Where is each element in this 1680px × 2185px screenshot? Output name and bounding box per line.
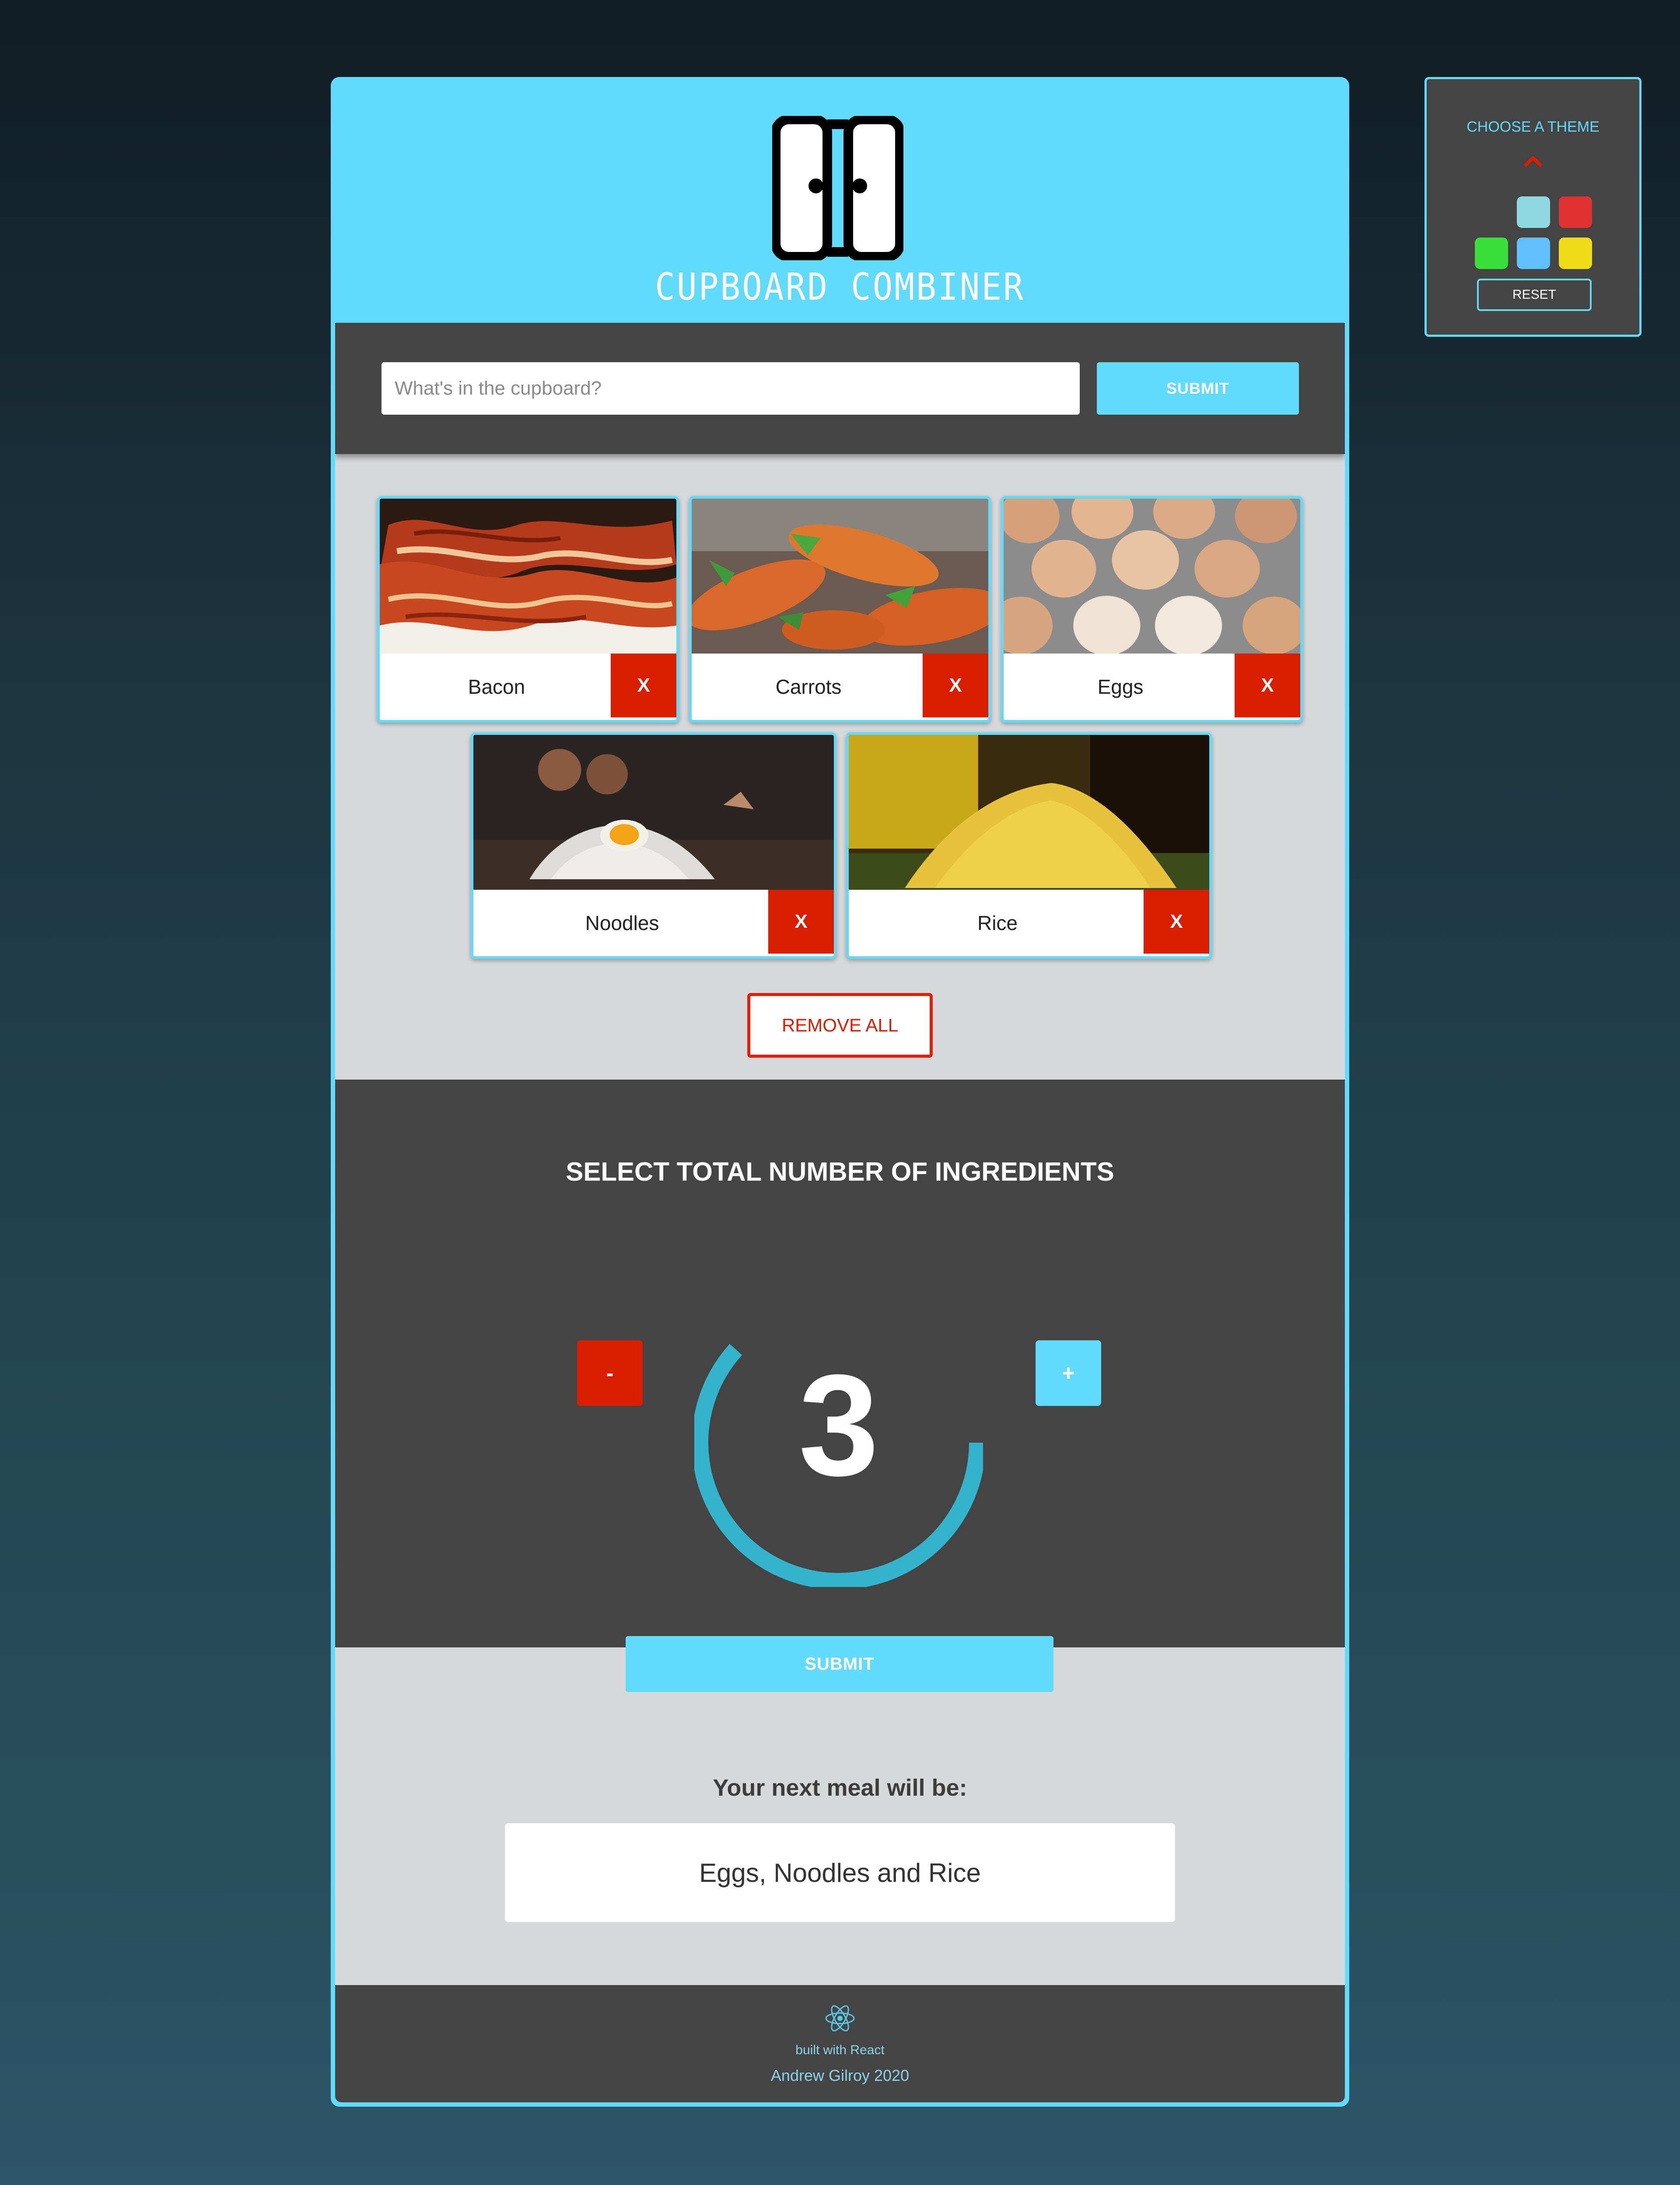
cupboard-logo-icon [772, 116, 903, 260]
theme-swatch-green[interactable] [1475, 238, 1508, 269]
bacon-photo [380, 499, 676, 654]
ingredient-card-eggs: Eggs X [1001, 496, 1303, 723]
eggs-photo [1004, 499, 1300, 654]
ingredient-label: Bacon [468, 675, 525, 698]
remove-ingredient-button[interactable]: X [1235, 654, 1300, 717]
theme-title: CHOOSE A THEME [1466, 119, 1600, 135]
counter-title: SELECT TOTAL NUMBER OF INGREDIENTS [566, 1157, 1114, 1186]
decrement-button[interactable]: - [577, 1340, 643, 1406]
chevron-up-icon[interactable] [1522, 154, 1544, 168]
search-bar: SUBMIT [335, 323, 1345, 454]
app-header: CUPBOARD COMBINER [335, 81, 1345, 323]
ingredient-card-bacon: Bacon X [377, 496, 679, 723]
increment-button[interactable]: + [1036, 1340, 1101, 1406]
result-heading: Your next meal will be: [713, 1775, 967, 1801]
rice-photo [849, 735, 1209, 890]
ingredient-card-noodles: Noodles X [471, 732, 836, 959]
ingredient-count-value: 3 [798, 1344, 879, 1506]
app-title: CUPBOARD COMBINER [655, 265, 1025, 309]
app-body: CUPBOARD COMBINER SUBMIT Baco [335, 81, 1345, 2102]
ingredient-card-rice: Rice X [846, 732, 1212, 959]
ingredient-card-carrots: Carrots X [689, 496, 991, 723]
remove-ingredient-button[interactable]: X [1144, 890, 1209, 954]
built-with-text: built with React [795, 2043, 885, 2057]
theme-chooser: CHOOSE A THEME RESET [1424, 77, 1642, 337]
theme-swatch-red[interactable] [1559, 196, 1592, 228]
theme-swatch-blue[interactable] [1517, 238, 1550, 269]
react-icon [825, 2005, 855, 2031]
remove-ingredient-button[interactable]: X [611, 654, 676, 717]
ingredient-label: Eggs [1097, 675, 1144, 698]
flour-egg-photo [473, 735, 834, 890]
remove-ingredient-button[interactable]: X [923, 654, 988, 717]
app-card: CUPBOARD COMBINER SUBMIT Baco [331, 77, 1349, 2107]
theme-reset-button[interactable]: RESET [1477, 279, 1592, 311]
ingredient-label: Rice [977, 912, 1018, 934]
footer: built with React Andrew Gilroy 2020 [335, 1985, 1345, 2102]
theme-swatch-dark[interactable] [1475, 196, 1508, 228]
remove-ingredient-button[interactable]: X [768, 890, 834, 954]
carrots-photo [692, 499, 988, 654]
meal-result: Eggs, Noodles and Rice [505, 1823, 1175, 1922]
count-submit-button[interactable]: SUBMIT [626, 1636, 1054, 1692]
ingredient-label: Noodles [585, 912, 659, 934]
ingredient-label: Carrots [775, 675, 842, 698]
search-submit-button[interactable]: SUBMIT [1097, 362, 1299, 415]
ingredient-count-section: SELECT TOTAL NUMBER OF INGREDIENTS - 3 +… [335, 1080, 1345, 1692]
search-input[interactable] [382, 362, 1080, 415]
theme-swatch-yellow[interactable] [1559, 238, 1592, 269]
remove-all-button[interactable]: REMOVE ALL [747, 993, 933, 1058]
author-credit: Andrew Gilroy 2020 [770, 2066, 910, 2084]
theme-swatch-cyan[interactable] [1517, 196, 1550, 228]
